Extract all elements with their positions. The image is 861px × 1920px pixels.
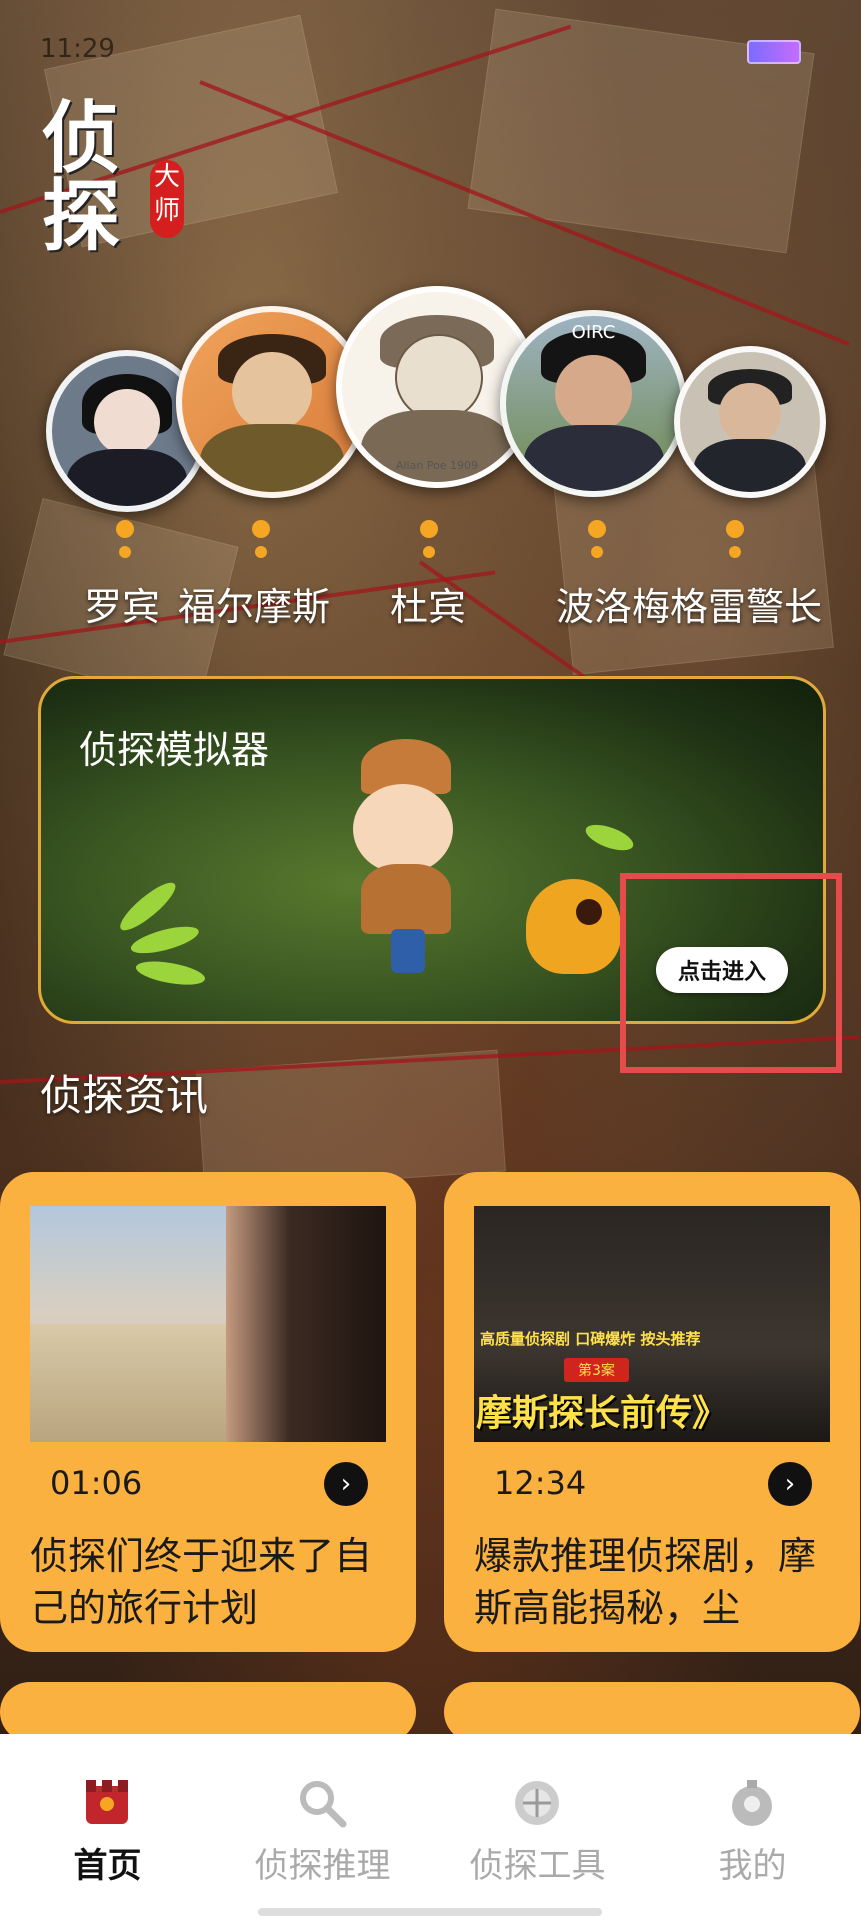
news-card[interactable]: 高质量侦探剧 口碑爆炸 按头推荐 第3案 摩斯探长前传》 12:34 › 爆款推… (444, 1172, 860, 1652)
detective-kid-coat (361, 864, 451, 934)
pin-dot (588, 520, 606, 538)
pin-dot (591, 546, 603, 558)
news-thumbnail (30, 1206, 386, 1442)
play-icon[interactable]: › (324, 1462, 368, 1506)
tab-reasoning[interactable]: 侦探推理 (215, 1734, 430, 1920)
detective-avatar-poirot[interactable]: OIRC (500, 310, 687, 497)
tab-label: 我的 (718, 1846, 787, 1886)
dog-illustration (526, 879, 621, 974)
detective-avatar-maigret[interactable] (674, 346, 826, 498)
detective-kid-legs (391, 929, 425, 973)
news-card[interactable] (444, 1682, 860, 1742)
pin-dot (423, 546, 435, 558)
thumbnail-headline: 摩斯探长前传》 (476, 1393, 729, 1434)
logo-text: 侦探 (42, 93, 121, 262)
pin-dot (252, 520, 270, 538)
simulator-title: 侦探模拟器 (79, 728, 270, 772)
pin-dot (255, 546, 267, 558)
status-time: 11:29 (40, 34, 115, 64)
pin-dot (116, 520, 134, 538)
news-title: 侦探们终于迎来了自己的旅行计划 (30, 1534, 373, 1630)
leaf-decoration (128, 921, 202, 959)
pin-dot (119, 546, 131, 558)
tab-profile[interactable]: 我的 (645, 1734, 860, 1920)
tab-label: 侦探推理 (254, 1846, 391, 1886)
highlight-annotation (620, 873, 842, 1073)
bottom-tab-bar: 首页 侦探推理 侦探工具 我的 (0, 1734, 861, 1920)
pin-dot (726, 520, 744, 538)
detective-kid-face (353, 784, 453, 874)
detective-name-robin[interactable]: 罗宾 (84, 576, 160, 631)
home-indicator (258, 1908, 602, 1916)
tab-home[interactable]: 首页 (0, 1734, 215, 1920)
tab-label: 首页 (73, 1846, 142, 1886)
news-duration: 01:06 (50, 1464, 143, 1502)
dog-spot (576, 899, 602, 925)
tab-label: 侦探工具 (469, 1846, 606, 1886)
detective-name-holmes[interactable]: 福尔摩斯 (178, 576, 330, 631)
app-logo: 侦探 大师 (42, 100, 202, 260)
avatar-caption: OIRC (571, 322, 616, 343)
news-card[interactable] (0, 1682, 416, 1742)
magnifier-icon (300, 1781, 347, 1828)
thumbnail-caption: 高质量侦探剧 口碑爆炸 按头推荐 (480, 1330, 701, 1348)
news-title: 爆款推理侦探剧，摩斯高能揭秘，尘 (474, 1534, 817, 1630)
leaf-decoration (134, 957, 207, 990)
news-thumbnail: 高质量侦探剧 口碑爆炸 按头推荐 第3案 摩斯探长前传》 (474, 1206, 830, 1442)
detective-name-maigret[interactable]: 梅格雷警长 (632, 576, 822, 631)
battery-icon (747, 40, 801, 64)
news-card[interactable]: 01:06 › 侦探们终于迎来了自己的旅行计划 (0, 1172, 416, 1652)
leaf-decoration (582, 819, 637, 856)
play-icon[interactable]: › (768, 1462, 812, 1506)
status-bar: 11:29 (40, 30, 821, 70)
tab-tools[interactable]: 侦探工具 (430, 1734, 645, 1920)
news-section-title: 侦探资讯 (40, 1071, 209, 1120)
pin-dot (729, 546, 741, 558)
detective-carousel: Allan Poe 1909 OIRC 罗宾 福尔摩斯 杜宾 波洛 梅格雷警长 (0, 270, 861, 630)
detective-name-dupin[interactable]: 杜宾 (390, 576, 466, 631)
news-duration: 12:34 (494, 1464, 587, 1502)
profile-icon (732, 1780, 772, 1826)
detective-name-poirot[interactable]: 波洛 (556, 576, 632, 631)
pin-dot (420, 520, 438, 538)
tool-icon (515, 1781, 559, 1825)
thumbnail-case-badge: 第3案 (564, 1358, 629, 1382)
avatar-caption: Allan Poe 1909 (395, 459, 479, 472)
home-icon (86, 1780, 128, 1824)
logo-seal: 大师 (150, 160, 184, 238)
